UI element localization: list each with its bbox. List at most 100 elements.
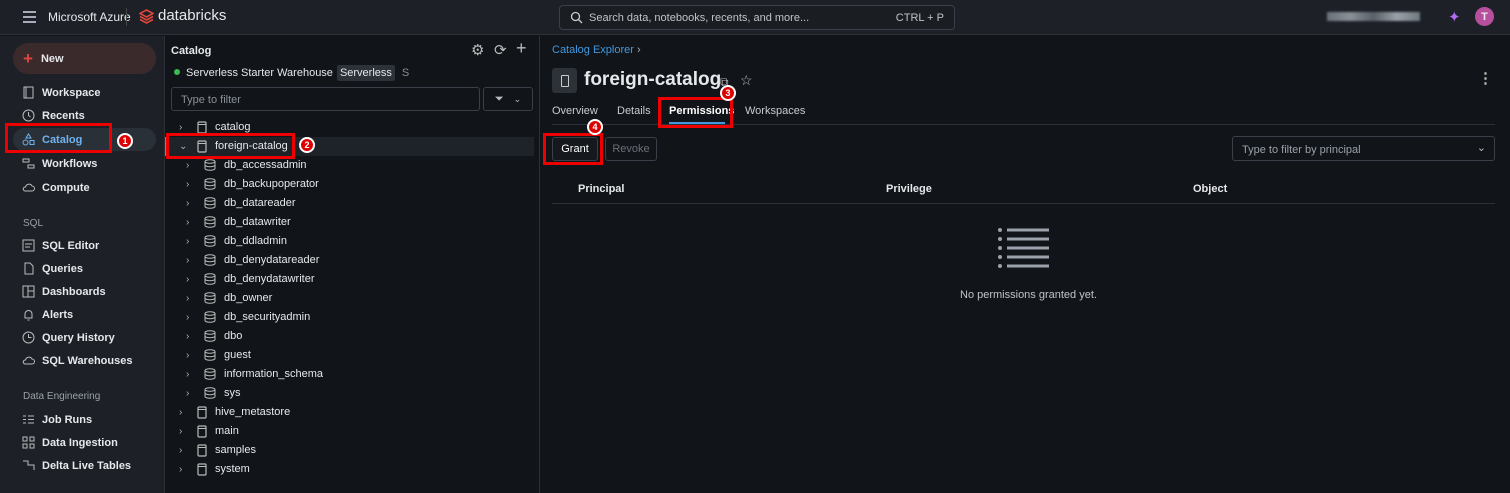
sidebar-item-delta-live-tables[interactable]: Delta Live Tables <box>22 459 131 472</box>
chevron-right-icon[interactable]: › <box>179 407 189 418</box>
chevron-right-icon[interactable]: › <box>186 198 196 209</box>
chevron-right-icon[interactable]: › <box>186 331 196 342</box>
tree-item-schema[interactable]: › guest <box>186 346 251 364</box>
ingestion-icon <box>22 436 35 449</box>
tree-item-schema[interactable]: › dbo <box>186 327 242 345</box>
settings-icon[interactable]: ⚙ <box>471 41 484 59</box>
funnel-icon: ⏷ <box>494 92 504 105</box>
schema-icon <box>204 197 216 209</box>
label: SQL Warehouses <box>42 354 133 367</box>
sidebar-item-sql-editor[interactable]: SQL Editor <box>22 239 99 252</box>
tree-item-schema[interactable]: › db_accessadmin <box>186 156 307 174</box>
tab-permissions[interactable]: Permissions <box>669 105 734 117</box>
tree-item-label: dbo <box>224 330 243 342</box>
label: Compute <box>42 181 90 194</box>
chevron-right-icon[interactable]: › <box>186 160 196 171</box>
filter-type-button[interactable]: ⏷ ⌄ <box>483 87 533 111</box>
more-options-icon[interactable]: ⋮ <box>1478 69 1493 87</box>
catalog-icon <box>197 424 207 438</box>
tree-item-label: main <box>215 425 239 437</box>
chevron-down-icon[interactable]: ⌄ <box>179 141 189 152</box>
tree-item-schema[interactable]: › db_securityadmin <box>186 308 310 326</box>
add-icon[interactable]: + <box>516 38 527 59</box>
sidebar-item-query-history[interactable]: Query History <box>22 331 115 344</box>
schema-icon <box>204 216 216 228</box>
sidebar-item-dashboards[interactable]: Dashboards <box>22 285 106 298</box>
search-bar[interactable]: Search data, notebooks, recents, and mor… <box>559 5 955 30</box>
tree-filter-input[interactable]: Type to filter <box>171 87 480 111</box>
tree-item-catalog[interactable]: › main <box>179 422 239 440</box>
chevron-right-icon[interactable]: › <box>186 369 196 380</box>
tree-item-catalog[interactable]: › samples <box>179 441 256 459</box>
tree-item-schema[interactable]: › db_ddladmin <box>186 232 287 250</box>
main-content: Catalog Explorer › foreign-catalog ⧉ ☆ ⋮… <box>540 36 1510 493</box>
schema-icon <box>204 349 216 361</box>
label: Delta Live Tables <box>42 459 132 472</box>
tab-details[interactable]: Details <box>617 105 651 117</box>
chevron-right-icon[interactable]: › <box>186 236 196 247</box>
chevron-right-icon[interactable]: › <box>179 426 189 437</box>
chevron-right-icon[interactable]: › <box>186 255 196 266</box>
chevron-right-icon[interactable]: › <box>186 217 196 228</box>
tab-workspaces[interactable]: Workspaces <box>745 105 805 117</box>
chevron-right-icon[interactable]: › <box>186 312 196 323</box>
chevron-down-icon: ⌄ <box>1476 142 1486 154</box>
chevron-right-icon[interactable]: › <box>179 464 189 475</box>
tree-item-label: sys <box>224 387 241 399</box>
badge-number: 1 <box>122 136 128 146</box>
tree-item-catalog[interactable]: ⌄ foreign-catalog <box>179 137 288 155</box>
new-button[interactable]: + New <box>13 43 156 74</box>
tree-item-catalog[interactable]: › catalog <box>179 118 250 136</box>
revoke-button[interactable]: Revoke <box>605 137 657 161</box>
grant-label: Grant <box>561 143 589 155</box>
tree-item-schema[interactable]: › information_schema <box>186 365 323 383</box>
menu-icon[interactable] <box>23 11 36 23</box>
catalog-icon <box>197 462 207 476</box>
tab-overview[interactable]: Overview <box>552 105 598 117</box>
avatar[interactable]: T <box>1475 7 1494 26</box>
sidebar-item-sql-warehouses[interactable]: SQL Warehouses <box>22 354 132 367</box>
chevron-right-icon[interactable]: › <box>179 122 189 133</box>
sidebar-item-compute[interactable]: Compute <box>22 181 90 194</box>
refresh-icon[interactable]: ⟳ <box>494 41 507 59</box>
schema-icon <box>204 292 216 304</box>
chevron-right-icon[interactable]: › <box>186 388 196 399</box>
tree-item-schema[interactable]: › db_owner <box>186 289 272 307</box>
warehouse-selector[interactable]: Serverless Starter Warehouse Serverless … <box>186 65 409 81</box>
breadcrumb[interactable]: Catalog Explorer › <box>552 44 641 56</box>
tree-item-schema[interactable]: › sys <box>186 384 241 402</box>
grant-button[interactable]: Grant <box>552 137 598 161</box>
avatar-initial: T <box>1481 10 1488 23</box>
tree-item-schema[interactable]: › db_denydatawriter <box>186 270 315 288</box>
principal-filter-select[interactable]: Type to filter by principal ⌄ <box>1232 136 1495 161</box>
warehouse-badge: Serverless <box>336 65 395 81</box>
tree-item-schema[interactable]: › db_datawriter <box>186 213 291 231</box>
schema-icon <box>204 178 216 190</box>
tree-item-catalog[interactable]: › system <box>179 460 250 478</box>
tree-item-catalog[interactable]: › hive_metastore <box>179 403 290 421</box>
sidebar-item-recents[interactable]: Recents <box>22 109 85 122</box>
search-icon <box>570 11 583 24</box>
chevron-right-icon[interactable]: › <box>179 445 189 456</box>
assistant-sparkle-icon[interactable]: ✦ <box>1448 8 1461 26</box>
breadcrumb-catalog-explorer[interactable]: Catalog Explorer <box>552 44 634 56</box>
tree-item-schema[interactable]: › db_backupoperator <box>186 175 319 193</box>
catalog-icon <box>197 120 207 134</box>
chevron-right-icon[interactable]: › <box>186 293 196 304</box>
sidebar-item-workspace[interactable]: Workspace <box>22 86 101 99</box>
label: Data Ingestion <box>42 436 118 449</box>
sidebar-item-job-runs[interactable]: Job Runs <box>22 413 92 426</box>
label: Workspace <box>42 86 101 99</box>
tree-item-schema[interactable]: › db_denydatareader <box>186 251 319 269</box>
sidebar-item-workflows[interactable]: Workflows <box>22 157 97 170</box>
sidebar-item-queries[interactable]: Queries <box>22 262 83 275</box>
sidebar-item-alerts[interactable]: Alerts <box>22 308 73 321</box>
sidebar-item-data-ingestion[interactable]: Data Ingestion <box>22 436 118 449</box>
star-icon[interactable]: ☆ <box>740 72 753 89</box>
chevron-right-icon[interactable]: › <box>186 179 196 190</box>
catalog-panel-title: Catalog <box>171 45 212 57</box>
sidebar-item-catalog[interactable]: Catalog <box>22 133 82 146</box>
chevron-right-icon[interactable]: › <box>186 274 196 285</box>
tree-item-schema[interactable]: › db_datareader <box>186 194 296 212</box>
chevron-right-icon[interactable]: › <box>186 350 196 361</box>
